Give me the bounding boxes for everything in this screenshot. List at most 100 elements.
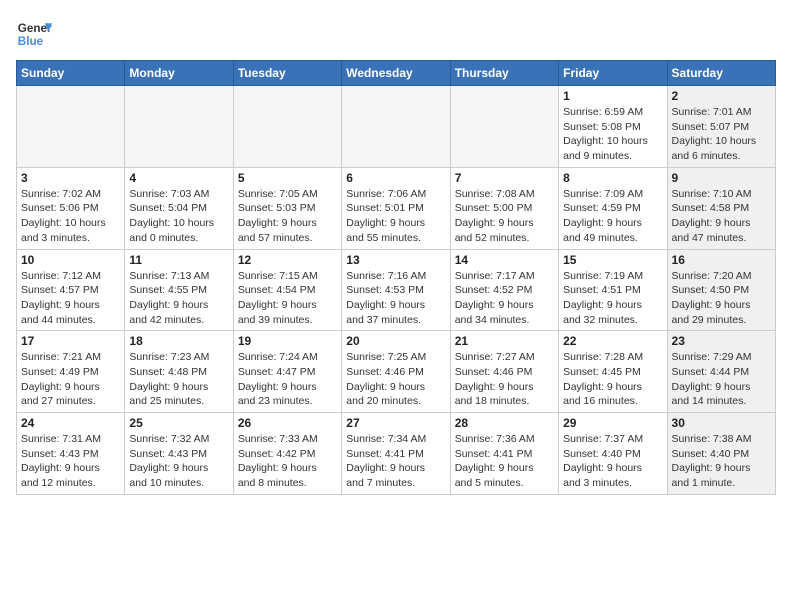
day-info: Sunrise: 7:25 AM Sunset: 4:46 PM Dayligh… — [346, 350, 445, 409]
day-number: 3 — [21, 171, 120, 185]
calendar-cell: 17 Sunrise: 7:21 AM Sunset: 4:49 PM Dayli… — [17, 331, 125, 413]
day-number: 20 — [346, 334, 445, 348]
calendar-week: 1Sunrise: 6:59 AM Sunset: 5:08 PM Daylig… — [17, 86, 776, 168]
day-info: Sunrise: 7:32 AM Sunset: 4:43 PM Dayligh… — [129, 432, 228, 491]
day-number: 29 — [563, 416, 662, 430]
calendar-cell: 14 Sunrise: 7:17 AM Sunset: 4:52 PM Dayli… — [450, 249, 558, 331]
calendar-cell: 29 Sunrise: 7:37 AM Sunset: 4:40 PM Dayli… — [559, 413, 667, 495]
weekday-header: Saturday — [667, 61, 775, 86]
calendar-cell: 18 Sunrise: 7:23 AM Sunset: 4:48 PM Dayli… — [125, 331, 233, 413]
calendar-header: SundayMondayTuesdayWednesdayThursdayFrid… — [17, 61, 776, 86]
weekday-header: Monday — [125, 61, 233, 86]
logo: General Blue — [16, 16, 52, 52]
day-number: 7 — [455, 171, 554, 185]
weekday-header: Friday — [559, 61, 667, 86]
calendar-week: 24 Sunrise: 7:31 AM Sunset: 4:43 PM Dayli… — [17, 413, 776, 495]
calendar-cell: 10 Sunrise: 7:12 AM Sunset: 4:57 PM Dayli… — [17, 249, 125, 331]
calendar-cell: 11 Sunrise: 7:13 AM Sunset: 4:55 PM Dayli… — [125, 249, 233, 331]
day-info: Sunrise: 7:27 AM Sunset: 4:46 PM Dayligh… — [455, 350, 554, 409]
day-number: 6 — [346, 171, 445, 185]
day-info: Sunrise: 7:02 AM Sunset: 5:06 PM Dayligh… — [21, 187, 120, 246]
day-number: 8 — [563, 171, 662, 185]
day-info: Sunrise: 7:33 AM Sunset: 4:42 PM Dayligh… — [238, 432, 337, 491]
calendar-cell: 8 Sunrise: 7:09 AM Sunset: 4:59 PM Daylig… — [559, 167, 667, 249]
day-number: 5 — [238, 171, 337, 185]
day-number: 30 — [672, 416, 771, 430]
weekday-header: Tuesday — [233, 61, 341, 86]
calendar-cell: 9Sunrise: 7:10 AM Sunset: 4:58 PM Daylig… — [667, 167, 775, 249]
day-info: Sunrise: 7:19 AM Sunset: 4:51 PM Dayligh… — [563, 269, 662, 328]
calendar-week: 3 Sunrise: 7:02 AM Sunset: 5:06 PM Daylig… — [17, 167, 776, 249]
calendar-cell: 1Sunrise: 6:59 AM Sunset: 5:08 PM Daylig… — [559, 86, 667, 168]
day-info: Sunrise: 6:59 AM Sunset: 5:08 PM Dayligh… — [563, 105, 662, 164]
day-info: Sunrise: 7:21 AM Sunset: 4:49 PM Dayligh… — [21, 350, 120, 409]
calendar-cell: 3 Sunrise: 7:02 AM Sunset: 5:06 PM Daylig… — [17, 167, 125, 249]
day-info: Sunrise: 7:38 AM Sunset: 4:40 PM Dayligh… — [672, 432, 771, 491]
calendar-week: 10 Sunrise: 7:12 AM Sunset: 4:57 PM Dayli… — [17, 249, 776, 331]
day-info: Sunrise: 7:01 AM Sunset: 5:07 PM Dayligh… — [672, 105, 771, 164]
day-number: 4 — [129, 171, 228, 185]
day-info: Sunrise: 7:23 AM Sunset: 4:48 PM Dayligh… — [129, 350, 228, 409]
day-number: 12 — [238, 253, 337, 267]
day-number: 26 — [238, 416, 337, 430]
calendar-cell: 20 Sunrise: 7:25 AM Sunset: 4:46 PM Dayli… — [342, 331, 450, 413]
day-info: Sunrise: 7:28 AM Sunset: 4:45 PM Dayligh… — [563, 350, 662, 409]
calendar-cell: 13 Sunrise: 7:16 AM Sunset: 4:53 PM Dayli… — [342, 249, 450, 331]
calendar-cell: 25 Sunrise: 7:32 AM Sunset: 4:43 PM Dayli… — [125, 413, 233, 495]
calendar-cell: 22 Sunrise: 7:28 AM Sunset: 4:45 PM Dayli… — [559, 331, 667, 413]
day-info: Sunrise: 7:37 AM Sunset: 4:40 PM Dayligh… — [563, 432, 662, 491]
day-info: Sunrise: 7:06 AM Sunset: 5:01 PM Dayligh… — [346, 187, 445, 246]
calendar-cell: 28 Sunrise: 7:36 AM Sunset: 4:41 PM Dayli… — [450, 413, 558, 495]
calendar-cell: 30 Sunrise: 7:38 AM Sunset: 4:40 PM Dayli… — [667, 413, 775, 495]
weekday-header: Thursday — [450, 61, 558, 86]
day-number: 15 — [563, 253, 662, 267]
weekday-header: Wednesday — [342, 61, 450, 86]
day-info: Sunrise: 7:31 AM Sunset: 4:43 PM Dayligh… — [21, 432, 120, 491]
calendar-cell: 23Sunrise: 7:29 AM Sunset: 4:44 PM Dayli… — [667, 331, 775, 413]
svg-text:Blue: Blue — [18, 35, 44, 48]
day-info: Sunrise: 7:12 AM Sunset: 4:57 PM Dayligh… — [21, 269, 120, 328]
day-info: Sunrise: 7:13 AM Sunset: 4:55 PM Dayligh… — [129, 269, 228, 328]
calendar-week: 17 Sunrise: 7:21 AM Sunset: 4:49 PM Dayli… — [17, 331, 776, 413]
day-info: Sunrise: 7:16 AM Sunset: 4:53 PM Dayligh… — [346, 269, 445, 328]
calendar-cell: 21 Sunrise: 7:27 AM Sunset: 4:46 PM Dayli… — [450, 331, 558, 413]
calendar-cell — [17, 86, 125, 168]
day-info: Sunrise: 7:03 AM Sunset: 5:04 PM Dayligh… — [129, 187, 228, 246]
calendar: SundayMondayTuesdayWednesdayThursdayFrid… — [16, 60, 776, 495]
day-number: 9 — [672, 171, 771, 185]
calendar-cell: 24 Sunrise: 7:31 AM Sunset: 4:43 PM Dayli… — [17, 413, 125, 495]
day-number: 27 — [346, 416, 445, 430]
day-number: 10 — [21, 253, 120, 267]
calendar-cell: 4 Sunrise: 7:03 AM Sunset: 5:04 PM Daylig… — [125, 167, 233, 249]
calendar-cell: 12 Sunrise: 7:15 AM Sunset: 4:54 PM Dayli… — [233, 249, 341, 331]
day-number: 25 — [129, 416, 228, 430]
calendar-body: 1Sunrise: 6:59 AM Sunset: 5:08 PM Daylig… — [17, 86, 776, 495]
day-number: 21 — [455, 334, 554, 348]
calendar-cell — [125, 86, 233, 168]
day-number: 28 — [455, 416, 554, 430]
day-number: 16 — [672, 253, 771, 267]
day-number: 17 — [21, 334, 120, 348]
day-info: Sunrise: 7:08 AM Sunset: 5:00 PM Dayligh… — [455, 187, 554, 246]
day-number: 14 — [455, 253, 554, 267]
day-info: Sunrise: 7:09 AM Sunset: 4:59 PM Dayligh… — [563, 187, 662, 246]
day-number: 13 — [346, 253, 445, 267]
calendar-cell: 5 Sunrise: 7:05 AM Sunset: 5:03 PM Daylig… — [233, 167, 341, 249]
calendar-cell: 2Sunrise: 7:01 AM Sunset: 5:07 PM Daylig… — [667, 86, 775, 168]
day-info: Sunrise: 7:15 AM Sunset: 4:54 PM Dayligh… — [238, 269, 337, 328]
day-number: 23 — [672, 334, 771, 348]
day-number: 18 — [129, 334, 228, 348]
calendar-cell: 19Sunrise: 7:24 AM Sunset: 4:47 PM Dayli… — [233, 331, 341, 413]
day-info: Sunrise: 7:36 AM Sunset: 4:41 PM Dayligh… — [455, 432, 554, 491]
day-info: Sunrise: 7:17 AM Sunset: 4:52 PM Dayligh… — [455, 269, 554, 328]
day-number: 24 — [21, 416, 120, 430]
calendar-cell: 26 Sunrise: 7:33 AM Sunset: 4:42 PM Dayli… — [233, 413, 341, 495]
weekday-header: Sunday — [17, 61, 125, 86]
day-number: 11 — [129, 253, 228, 267]
calendar-cell: 6 Sunrise: 7:06 AM Sunset: 5:01 PM Daylig… — [342, 167, 450, 249]
calendar-cell — [233, 86, 341, 168]
day-info: Sunrise: 7:05 AM Sunset: 5:03 PM Dayligh… — [238, 187, 337, 246]
day-number: 22 — [563, 334, 662, 348]
calendar-cell — [342, 86, 450, 168]
calendar-cell: 16Sunrise: 7:20 AM Sunset: 4:50 PM Dayli… — [667, 249, 775, 331]
